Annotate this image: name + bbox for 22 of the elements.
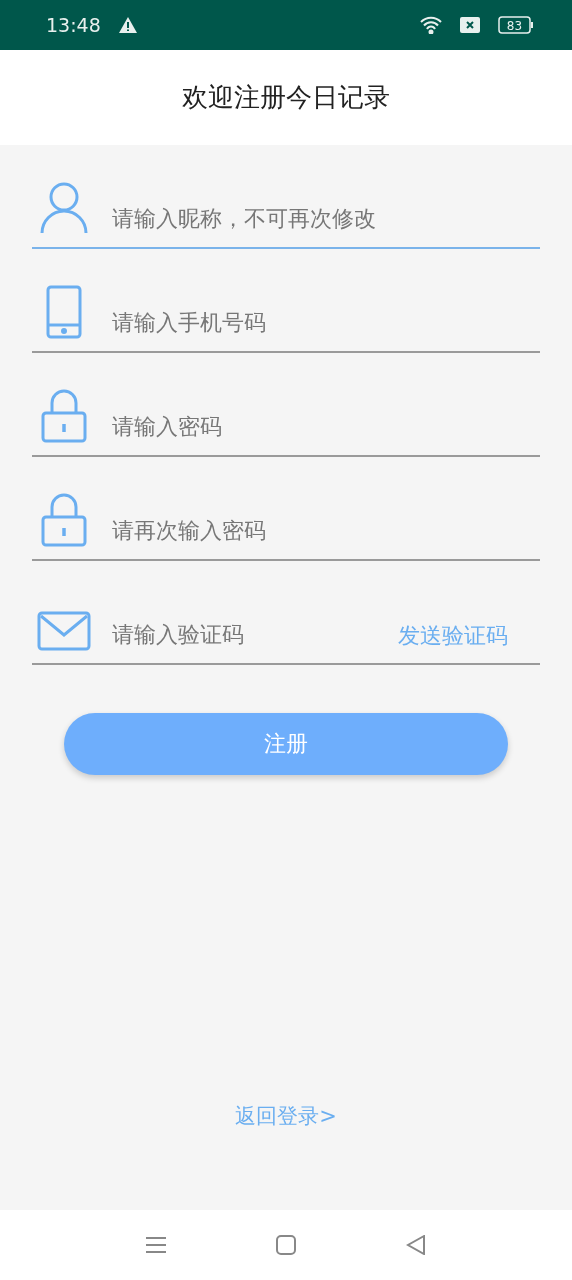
status-time: 13:48 <box>46 14 101 36</box>
sim-icon <box>460 17 480 33</box>
wifi-icon <box>420 16 442 34</box>
warning-icon <box>118 17 137 33</box>
input-field[interactable]: 请输入昵称，不可再次修改 <box>112 201 540 235</box>
input-field[interactable]: 请输入密码 <box>112 409 540 443</box>
phone-icon <box>46 285 82 339</box>
back-to-login-link[interactable]: 返回登录> <box>235 1102 337 1130</box>
input-field[interactable]: 请输入验证码 <box>112 617 382 651</box>
envelope-icon <box>37 611 91 651</box>
send-code-button[interactable]: 发送验证码 <box>398 621 540 651</box>
input-field[interactable]: 请输入手机号码 <box>112 305 540 339</box>
home-icon[interactable] <box>276 1235 296 1255</box>
battery-icon: 83 <box>498 16 534 34</box>
page-title: 欢迎注册今日记录 <box>182 81 390 114</box>
input-field[interactable]: 请再次输入密码 <box>112 513 540 547</box>
menu-icon[interactable] <box>146 1236 166 1254</box>
register-button[interactable]: 注册 <box>64 713 508 775</box>
person-icon <box>39 181 89 235</box>
lock-icon <box>41 493 87 547</box>
back-icon[interactable] <box>406 1235 426 1255</box>
lock-icon <box>41 389 87 443</box>
